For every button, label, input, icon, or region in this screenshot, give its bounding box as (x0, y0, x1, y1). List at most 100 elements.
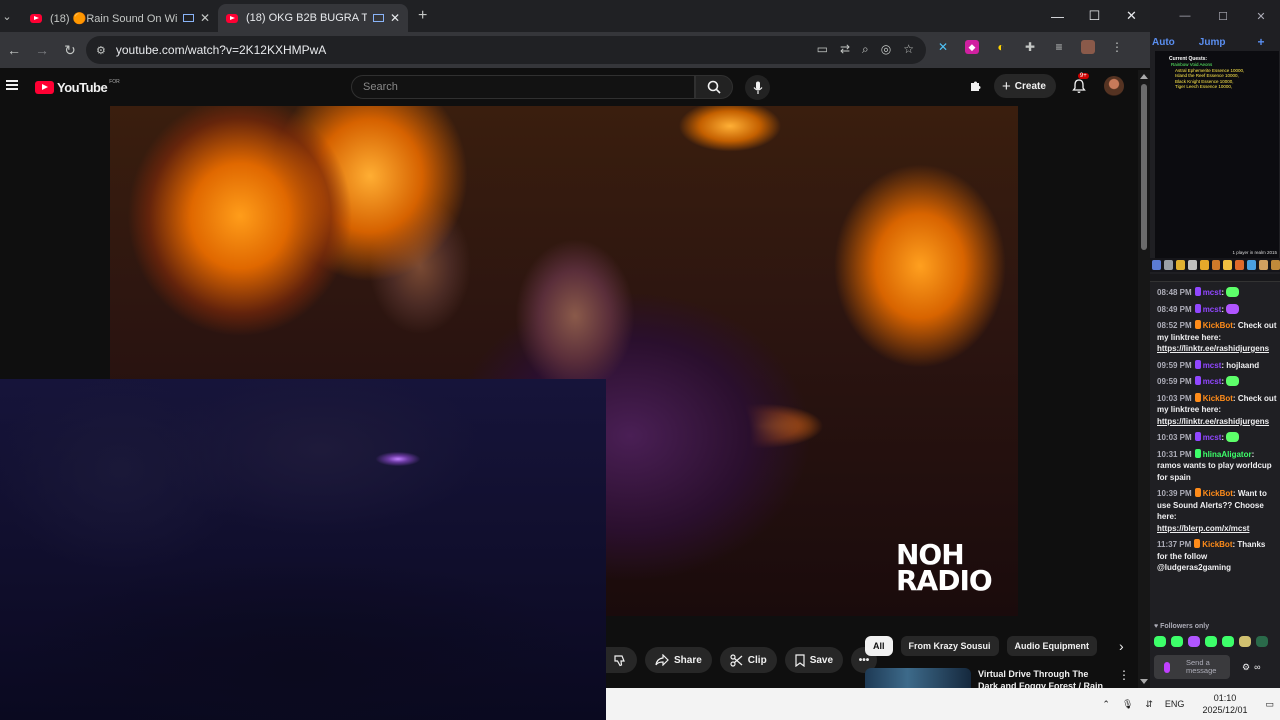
avatar[interactable] (1103, 76, 1124, 96)
scroll-down-icon[interactable] (1140, 679, 1148, 684)
new-tab-button[interactable]: + (418, 7, 427, 25)
chat-divider (1150, 274, 1280, 282)
microphone-tray-icon[interactable]: 🎙 (1122, 699, 1133, 710)
clip-button[interactable]: Clip (719, 647, 777, 673)
profile-icon[interactable] (1081, 40, 1095, 54)
create-label: Create (1014, 80, 1046, 92)
more-vert-icon[interactable]: ⋮ (1118, 668, 1130, 688)
puzzle-icon[interactable]: ✚ (1023, 40, 1037, 54)
menu-icon[interactable] (6, 80, 18, 90)
emote-icon[interactable] (1205, 636, 1217, 647)
chat-username[interactable]: KickBot (1203, 394, 1233, 403)
recommended-video[interactable]: Virtual Drive Through The Dark and Foggy… (865, 668, 1130, 688)
translate-icon[interactable]: ⇄ (840, 42, 850, 57)
minimize-button[interactable]: — (1166, 10, 1204, 22)
notifications-button[interactable]: 9+ (1070, 73, 1089, 95)
chat-link[interactable]: https://linktr.ee/rashidjurgens (1157, 344, 1269, 353)
cast-icon[interactable]: ▭ (817, 42, 828, 57)
chat-link[interactable]: https://blerp.com/x/mcst (1157, 524, 1249, 533)
extension-icon[interactable]: ✕ (936, 40, 950, 54)
eye-off-icon[interactable]: ◎ (881, 42, 891, 57)
youtube-wordmark: YouTube (57, 80, 108, 95)
close-tab-icon[interactable]: ✕ (200, 11, 210, 25)
jump-tab[interactable]: Jump (1199, 37, 1226, 48)
clock-time: 01:10 (1213, 693, 1237, 703)
notification-center-icon[interactable]: ▭ (1265, 699, 1274, 710)
youtube-logo[interactable]: YouTube FOR (35, 79, 120, 95)
tab-rain-sound[interactable]: (18) 🟠Rain Sound On Win ✕ (22, 4, 218, 32)
dislike-button[interactable] (606, 647, 637, 673)
omnibox[interactable]: ⚙ youtube.com/watch?v=2K12KXHMPwA ▭ ⇄ ⌕ … (86, 36, 926, 64)
chat-username[interactable]: mcst (1203, 305, 1222, 314)
chat-timestamp: 10:03 PM (1157, 393, 1192, 403)
close-window-button[interactable]: ✕ (1242, 10, 1280, 23)
url-text[interactable]: youtube.com/watch?v=2K12KXHMPwA (116, 43, 326, 57)
chat-username[interactable]: mcst (1203, 361, 1222, 370)
emote-icon[interactable] (1256, 636, 1268, 647)
minimize-button[interactable]: — (1039, 0, 1076, 32)
followers-only-label: ♥ Followers only (1154, 623, 1210, 630)
chip-audio-equipment[interactable]: Audio Equipment (1006, 636, 1098, 656)
forward-icon[interactable]: → (28, 42, 56, 58)
zoom-icon[interactable]: ⌕ (862, 42, 869, 57)
maximize-button[interactable]: ☐ (1204, 10, 1242, 23)
infinity-icon[interactable]: ∞ (1254, 662, 1260, 673)
webcam-overlay (0, 379, 606, 720)
settings-gear-icon[interactable]: ⚙ (1242, 662, 1250, 673)
menu-kebab-icon[interactable]: ⋮ (1110, 40, 1124, 54)
emote-icon[interactable] (1171, 636, 1183, 647)
bookmark-icon (795, 653, 805, 667)
extension-puzzle-icon[interactable] (968, 79, 982, 93)
chip-from-krazy-sousui[interactable]: From Krazy Sousui (900, 636, 999, 656)
create-button[interactable]: + Create (994, 74, 1056, 98)
add-tab-button[interactable]: + (1257, 35, 1264, 49)
game-item-icon (1152, 260, 1161, 270)
save-button[interactable]: Save (784, 647, 844, 673)
chevron-right-icon[interactable]: › (1119, 638, 1124, 654)
bookmark-star-icon[interactable]: ☆ (903, 42, 914, 57)
chat-input[interactable]: Send a message (1154, 655, 1230, 679)
extension-icon[interactable]: ◐ (994, 40, 1008, 54)
chip-all[interactable]: All (865, 636, 893, 656)
clock[interactable]: 01:10 2025/12/01 (1202, 692, 1247, 716)
chat-username[interactable]: KickBot (1202, 540, 1232, 549)
extension-icon[interactable]: ◆ (965, 40, 979, 54)
reload-icon[interactable]: ↻ (56, 42, 84, 59)
voice-search-button[interactable] (745, 75, 770, 100)
tab-search-icon[interactable]: ⌄ (0, 0, 14, 32)
maximize-button[interactable]: ☐ (1076, 0, 1113, 32)
emote-icon[interactable] (1222, 636, 1234, 647)
chat-username[interactable]: mcst (1203, 288, 1222, 297)
chat-username[interactable]: KickBot (1203, 321, 1233, 330)
video-thumbnail[interactable] (865, 668, 971, 688)
auto-tab[interactable]: Auto (1152, 37, 1175, 48)
emote-icon[interactable] (1239, 636, 1251, 647)
tray-chevron-icon[interactable]: ⌃ (1102, 699, 1110, 710)
chat-username[interactable]: hlinaAligator (1203, 450, 1252, 459)
chat-link[interactable]: https://linktr.ee/rashidjurgens (1157, 417, 1269, 426)
site-info-icon[interactable]: ⚙ (96, 44, 106, 57)
close-window-button[interactable]: ✕ (1113, 0, 1150, 32)
search-button[interactable] (695, 75, 733, 99)
video-title[interactable]: Virtual Drive Through The Dark and Foggy… (978, 668, 1110, 688)
chat-username[interactable]: mcst (1203, 433, 1222, 442)
chat-username[interactable]: mcst (1203, 377, 1222, 386)
close-tab-icon[interactable]: ✕ (390, 11, 400, 25)
scrollbar-thumb[interactable] (1141, 84, 1147, 250)
media-controls-icon[interactable]: ≡ (1052, 40, 1066, 54)
chat-username[interactable]: KickBot (1203, 489, 1233, 498)
chat-badge-icon (1194, 303, 1201, 313)
game-item-icon (1223, 260, 1233, 270)
tab-okg-bugra[interactable]: (18) OKG B2B BUGRA T | NC ✕ (218, 4, 408, 32)
emote-icon[interactable] (1188, 636, 1200, 647)
back-icon[interactable]: ← (0, 42, 28, 58)
page-scrollbar[interactable] (1138, 70, 1150, 688)
emote-icon[interactable] (1154, 636, 1166, 647)
share-button[interactable]: Share (645, 647, 712, 673)
chat-badge-icon (1194, 488, 1201, 497)
network-icon[interactable]: ⇵ (1145, 699, 1153, 710)
search-input[interactable]: Search (351, 75, 695, 99)
scroll-up-icon[interactable] (1140, 74, 1148, 79)
language-indicator[interactable]: ENG (1165, 699, 1185, 709)
chat-message: 11:37 PM KickBot: Thanks for the follow @… (1157, 539, 1266, 572)
